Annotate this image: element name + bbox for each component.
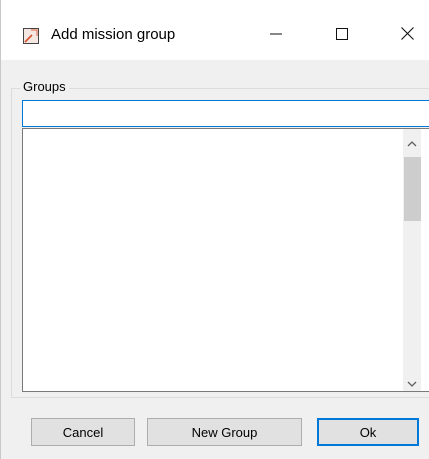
close-button[interactable] (384, 18, 429, 54)
new-group-button[interactable]: New Group (147, 418, 302, 446)
minimize-button[interactable] (253, 18, 299, 54)
maximize-icon (336, 27, 348, 45)
window-title: Add mission group (51, 26, 176, 43)
group-name-input[interactable] (22, 100, 429, 127)
scroll-thumb[interactable] (404, 157, 421, 221)
dialog-window: Add mission group Groups Cancel New Grou… (0, 0, 429, 459)
close-icon (400, 27, 414, 45)
chevron-up-icon (407, 134, 417, 152)
cancel-button[interactable]: Cancel (31, 418, 135, 446)
groups-list[interactable] (22, 128, 429, 392)
scroll-down-button[interactable] (403, 374, 421, 391)
chevron-down-icon (407, 374, 417, 392)
groups-list-scrollbar[interactable] (403, 129, 421, 391)
groups-label: Groups (20, 79, 69, 94)
title-bar[interactable]: Add mission group (1, 0, 429, 60)
ok-button[interactable]: Ok (317, 418, 419, 446)
minimize-icon (270, 27, 282, 45)
maximize-button[interactable] (319, 18, 365, 54)
mission-app-icon (23, 28, 39, 44)
scroll-up-button[interactable] (403, 134, 421, 151)
